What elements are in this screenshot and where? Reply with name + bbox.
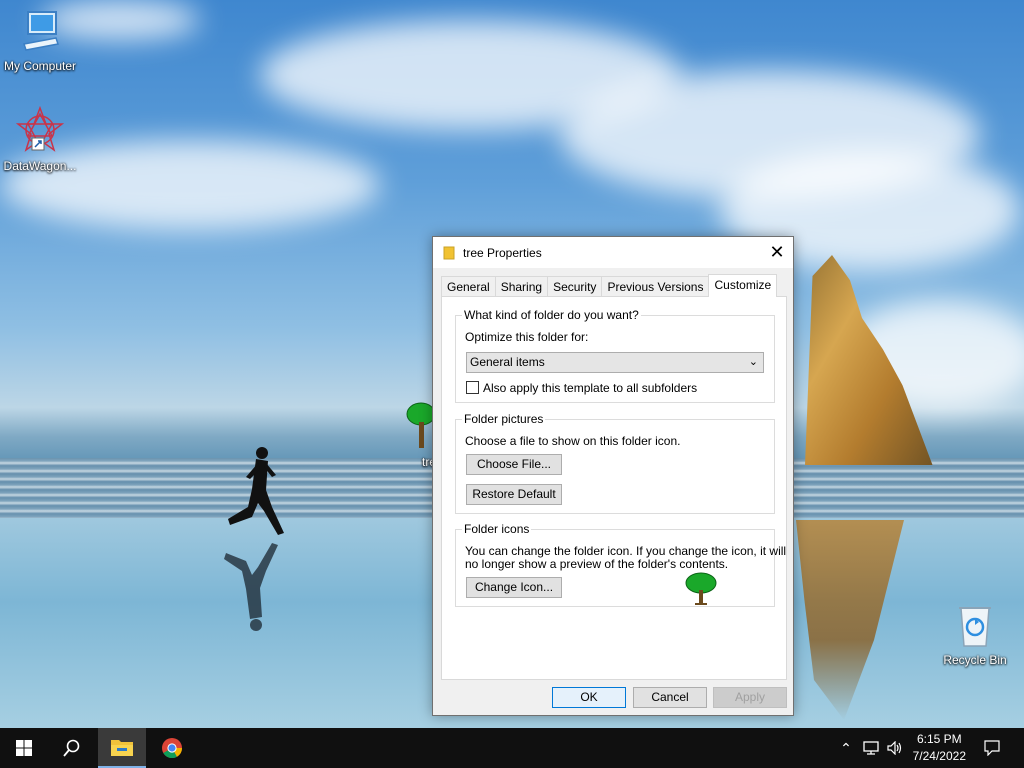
network-tray-button[interactable] <box>860 728 882 768</box>
file-explorer-icon <box>111 740 133 756</box>
show-hidden-icons-button[interactable]: ⌃ <box>836 728 856 768</box>
tree-properties-dialog: tree Properties ✕ General Sharing Securi… <box>432 236 794 716</box>
customize-tab-page: What kind of folder do you want? Optimiz… <box>441 296 787 680</box>
restore-default-button[interactable]: Restore Default <box>466 484 562 505</box>
desktop-icon-datawagon[interactable]: DataWagon... <box>0 105 80 173</box>
dialog-titlebar[interactable]: tree Properties ✕ <box>433 237 793 268</box>
close-icon: ✕ <box>769 242 785 262</box>
chrome-icon <box>162 738 183 759</box>
apply-subfolders-label[interactable]: Also apply this template to all subfolde… <box>483 381 697 395</box>
recycle-bin-icon <box>959 607 991 647</box>
apply-subfolders-checkbox[interactable] <box>466 381 479 394</box>
group-legend: Folder icons <box>462 522 532 536</box>
optimize-folder-select[interactable]: General items ⌄ <box>466 352 764 373</box>
chrome-button[interactable] <box>148 728 196 768</box>
search-button[interactable] <box>48 728 96 768</box>
tab-previous-versions[interactable]: Previous Versions <box>601 276 710 297</box>
group-legend: What kind of folder do you want? <box>462 308 641 322</box>
datawagon-icon <box>15 105 65 152</box>
cancel-button[interactable]: Cancel <box>633 687 707 708</box>
desktop-icon-my-computer[interactable]: My Computer <box>0 8 80 73</box>
ok-button[interactable]: OK <box>552 687 626 708</box>
speaker-icon <box>887 741 902 755</box>
chevron-up-icon: ⌃ <box>840 739 852 756</box>
desktop-icon-recycle-bin[interactable]: Recycle Bin <box>935 602 1015 667</box>
change-icon-button[interactable]: Change Icon... <box>466 577 562 598</box>
folder-type-group: What kind of folder do you want? Optimiz… <box>455 308 775 403</box>
runner-silhouette <box>224 447 284 631</box>
system-clock[interactable]: 6:15 PM 7/24/2022 <box>913 731 966 765</box>
close-button[interactable]: ✕ <box>761 237 793 268</box>
clock-time: 6:15 PM <box>916 732 962 746</box>
search-icon <box>63 739 80 757</box>
volume-tray-button[interactable] <box>884 728 906 768</box>
choose-file-button[interactable]: Choose File... <box>466 454 562 475</box>
dialog-title: tree Properties <box>463 245 542 260</box>
folder-pictures-description: Choose a file to show on this folder ico… <box>465 434 681 448</box>
desktop-icon-label: tre <box>421 455 436 469</box>
desktop-icon-label: DataWagon... <box>3 159 77 173</box>
tab-security[interactable]: Security <box>547 276 603 297</box>
file-explorer-button[interactable] <box>98 728 146 768</box>
desktop-icon-label: My Computer <box>3 59 77 73</box>
folder-pictures-group: Folder pictures Choose a file to show on… <box>455 412 775 514</box>
network-icon <box>863 741 879 755</box>
tree-icon <box>685 572 717 605</box>
select-value: General items <box>470 355 545 369</box>
group-legend: Folder pictures <box>462 412 546 426</box>
desktop-icon-tree[interactable]: tre <box>396 400 436 469</box>
tab-customize[interactable]: Customize <box>708 274 778 297</box>
start-button[interactable] <box>0 728 48 768</box>
folder-icons-description-2: no longer show a preview of the folder's… <box>465 557 729 571</box>
computer-icon <box>23 11 59 51</box>
tree-icon <box>406 402 436 448</box>
chevron-down-icon: ⌄ <box>748 356 758 368</box>
optimize-label: Optimize this folder for: <box>465 330 589 344</box>
start-icon <box>16 740 32 756</box>
desktop-icon-label: Recycle Bin <box>943 653 1007 667</box>
tab-strip: General Sharing Security Previous Versio… <box>441 274 778 297</box>
folder-icons-description-1: You can change the folder icon. If you c… <box>465 544 787 558</box>
clock-date: 7/24/2022 <box>912 749 966 763</box>
notification-icon <box>984 740 1000 756</box>
tab-general[interactable]: General <box>441 276 496 297</box>
taskbar: ⌃ 6:15 PM 7/24/2022 <box>0 728 1024 768</box>
tab-sharing[interactable]: Sharing <box>494 276 549 297</box>
folder-icons-group: Folder icons You can change the folder i… <box>455 522 786 607</box>
notifications-button[interactable] <box>978 728 1006 768</box>
apply-button[interactable]: Apply <box>713 687 787 708</box>
folder-icon <box>443 246 455 259</box>
